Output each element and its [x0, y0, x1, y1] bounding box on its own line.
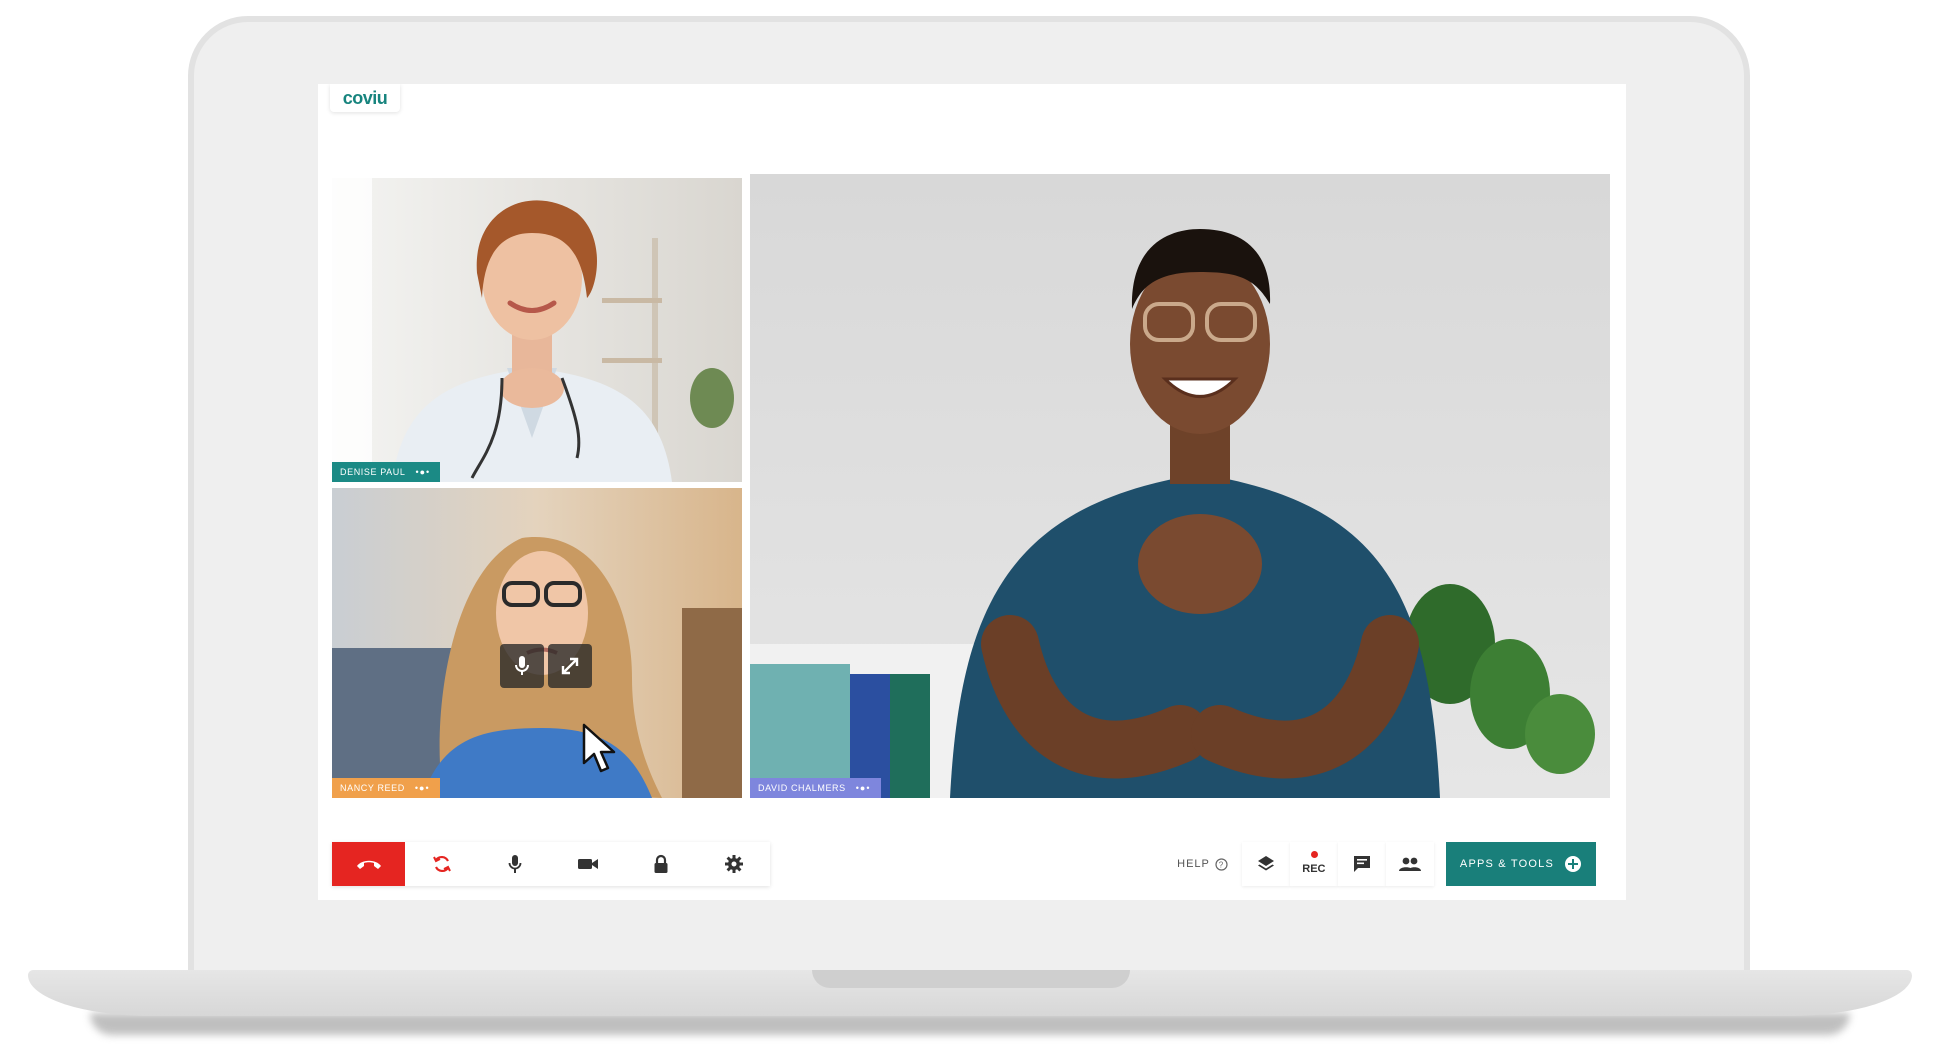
mic-icon: [508, 855, 521, 873]
svg-text:?: ?: [1219, 860, 1224, 869]
switch-camera-icon: [432, 855, 451, 873]
plus-circle-icon: [1565, 856, 1581, 872]
record-label: REC: [1302, 863, 1326, 875]
tile-expand-button[interactable]: [548, 644, 592, 688]
apps-and-tools-label: APPS & TOOLS: [1459, 858, 1554, 870]
participants-button[interactable]: [1385, 842, 1434, 886]
coviu-logo: coviu: [330, 84, 400, 112]
record-button[interactable]: REC: [1289, 842, 1338, 886]
video-tile-nancy[interactable]: NANCY REED •●•: [332, 488, 742, 798]
camera-icon: [577, 859, 598, 869]
call-controls: [332, 842, 770, 886]
layers-button[interactable]: [1241, 842, 1290, 886]
participant-name-tag: DENISE PAUL •●•: [332, 462, 441, 482]
gear-icon: [724, 855, 743, 873]
video-feed-nancy: [332, 488, 742, 798]
right-toolbar: HELP ? REC APPS & TOOLS: [1177, 842, 1596, 886]
participant-name-tag: NANCY REED •●•: [332, 778, 440, 798]
camera-button[interactable]: [551, 842, 624, 886]
video-feed-david: [750, 174, 1610, 798]
expand-icon: [561, 657, 579, 675]
video-feed-denise: [332, 178, 742, 482]
chat-icon: [1353, 856, 1370, 872]
mic-icon: [515, 656, 529, 675]
lock-icon: [654, 854, 667, 873]
signal-indicator: •●•: [415, 467, 431, 477]
mic-button[interactable]: [478, 842, 551, 886]
signal-indicator: •●•: [414, 783, 430, 793]
people-icon: [1398, 857, 1421, 871]
participant-name: DENISE PAUL: [340, 467, 406, 477]
hang-up-button[interactable]: [332, 842, 405, 886]
help-link[interactable]: HELP ?: [1177, 857, 1228, 871]
video-tile-denise[interactable]: DENISE PAUL •●•: [332, 178, 742, 482]
tile-mic-button[interactable]: [500, 644, 544, 688]
video-tile-david[interactable]: DAVID CHALMERS •●•: [750, 174, 1610, 798]
lock-button[interactable]: [624, 842, 697, 886]
participant-name-tag: DAVID CHALMERS •●•: [750, 778, 881, 798]
question-icon: ?: [1215, 857, 1228, 871]
layers-icon: [1257, 856, 1274, 871]
switch-camera-button[interactable]: [405, 842, 478, 886]
settings-button[interactable]: [697, 842, 770, 886]
participant-name: NANCY REED: [340, 783, 405, 793]
participant-name: DAVID CHALMERS: [758, 783, 846, 793]
laptop-shadow: [90, 1013, 1850, 1035]
help-label: HELP: [1177, 858, 1210, 870]
signal-indicator: •●•: [855, 783, 871, 793]
hang-up-icon: [356, 860, 381, 869]
record-dot-icon: [1310, 851, 1318, 858]
apps-and-tools-button[interactable]: APPS & TOOLS: [1445, 842, 1596, 886]
app-screen: coviu DENISE PAUL •●• NANCY REED •●• DAV…: [318, 84, 1626, 900]
tile-controls: [500, 644, 592, 688]
mouse-cursor-icon: [582, 723, 616, 773]
laptop-notch: [812, 970, 1130, 988]
chat-button[interactable]: [1337, 842, 1386, 886]
